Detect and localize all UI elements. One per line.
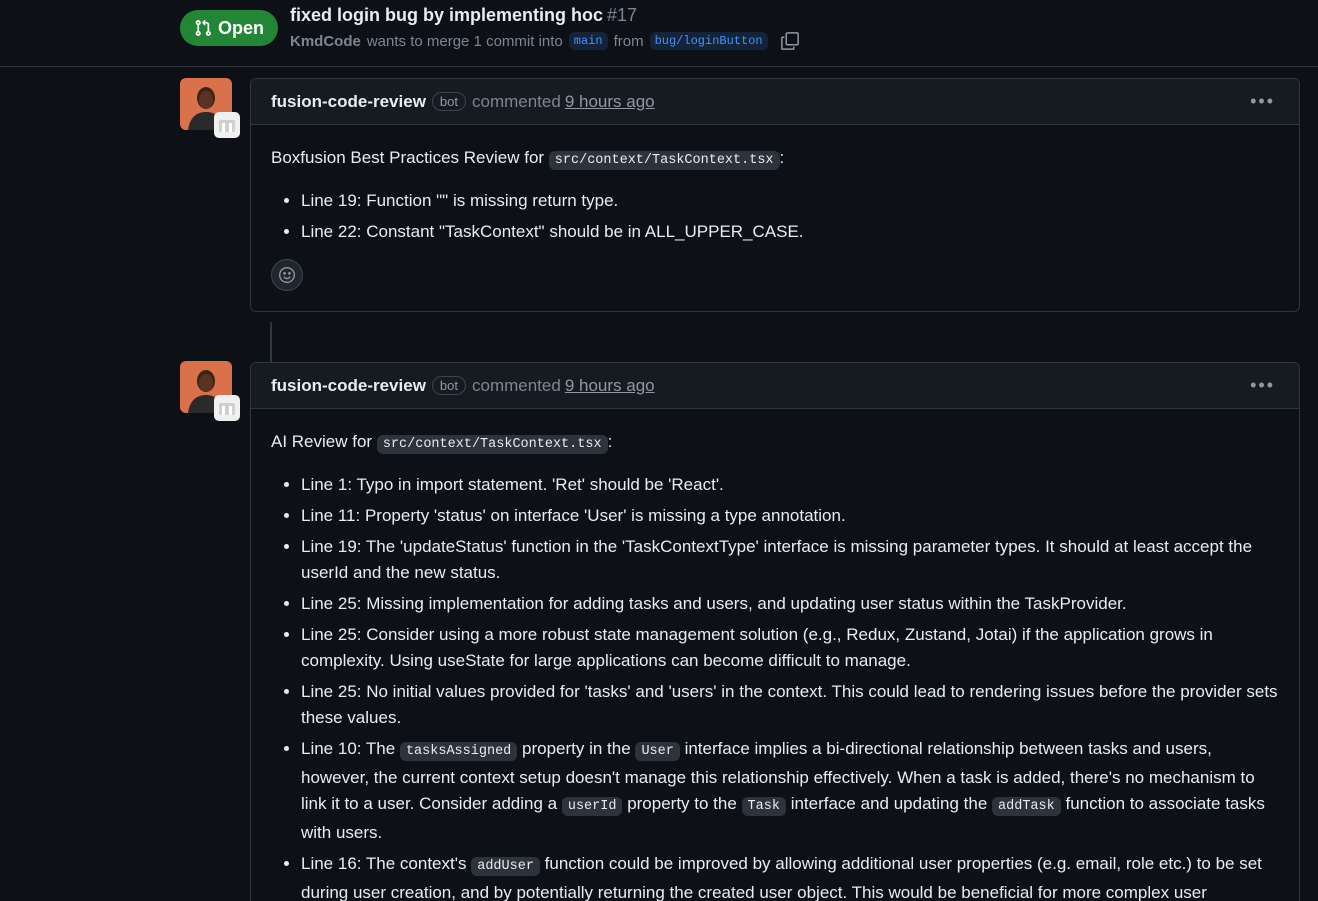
avatar[interactable] (180, 361, 240, 421)
comment-timestamp[interactable]: 9 hours ago (565, 376, 655, 396)
more-options-icon[interactable]: ••• (1250, 375, 1275, 396)
inline-code: addTask (992, 797, 1061, 816)
copy-icon[interactable] (780, 31, 800, 51)
inline-code: addUser (471, 857, 540, 876)
list-item: Line 16: The context's addUser function … (301, 851, 1279, 901)
bot-badge-icon (214, 395, 240, 421)
more-options-icon[interactable]: ••• (1250, 91, 1275, 112)
from-text: from (613, 32, 644, 50)
inline-code: Task (741, 797, 786, 816)
comment-action: commented (472, 375, 561, 395)
inline-code: userId (561, 797, 623, 816)
comment-card: fusion-code-review bot commented 9 hours… (250, 78, 1300, 312)
pr-title: fixed login bug by implementing hoc #17 (290, 5, 637, 26)
list-item: Line 11: Property 'status' on interface … (301, 503, 1279, 529)
file-path: src/context/TaskContext.tsx (548, 151, 780, 170)
inline-code: tasksAssigned (399, 742, 518, 761)
pr-header: Open fixed login bug by implementing hoc… (0, 0, 1318, 67)
list-item: Line 25: Missing implementation for addi… (301, 591, 1279, 617)
pr-number: #17 (607, 5, 638, 25)
inline-code: User (635, 742, 680, 761)
comment-header: fusion-code-review bot commented 9 hours… (251, 79, 1299, 125)
comment-action: commented (472, 91, 561, 111)
head-branch[interactable]: bug/loginButton (649, 32, 768, 50)
list-item: Line 22: Constant "TaskContext" should b… (301, 219, 1279, 245)
pr-title-text: fixed login bug by implementing hoc (290, 5, 604, 25)
list-item: Line 19: Function "" is missing return t… (301, 188, 1279, 214)
comment-author[interactable]: fusion-code-review (271, 376, 426, 396)
comment-body: Boxfusion Best Practices Review for src/… (251, 125, 1299, 291)
list-item: Line 19: The 'updateStatus' function in … (301, 534, 1279, 586)
avatar[interactable] (180, 78, 240, 138)
comment-author[interactable]: fusion-code-review (271, 92, 426, 112)
merge-text: wants to merge 1 commit into (366, 32, 563, 50)
list-item: Line 25: No initial values provided for … (301, 679, 1279, 731)
bot-label: bot (431, 92, 466, 111)
comment-card: fusion-code-review bot commented 9 hours… (250, 362, 1300, 901)
pr-state-badge: Open (180, 10, 278, 46)
file-path: src/context/TaskContext.tsx (376, 435, 608, 454)
bot-badge-icon (214, 112, 240, 138)
pr-state-label: Open (217, 17, 264, 38)
add-reaction-button[interactable] (271, 259, 303, 291)
list-item: Line 10: The tasksAssigned property in t… (301, 736, 1279, 846)
smiley-icon (279, 267, 295, 283)
comment-intro: Boxfusion Best Practices Review for src/… (271, 148, 785, 170)
comment-timestamp[interactable]: 9 hours ago (565, 92, 655, 112)
list-item: Line 1: Typo in import statement. 'Ret' … (301, 472, 1279, 498)
comment-header: fusion-code-review bot commented 9 hours… (251, 363, 1299, 409)
comment-body: AI Review for src/context/TaskContext.ts… (251, 409, 1299, 901)
timeline-connector (270, 322, 272, 362)
comment-intro: AI Review for src/context/TaskContext.ts… (271, 432, 613, 454)
pr-meta: KmdCode wants to merge 1 commit into mai… (290, 31, 800, 51)
list-item: Line 25: Consider using a more robust st… (301, 622, 1279, 674)
review-list: Line 1: Typo in import statement. 'Ret' … (271, 472, 1279, 901)
base-branch[interactable]: main (568, 32, 608, 50)
bot-label: bot (431, 376, 466, 395)
review-list: Line 19: Function "" is missing return t… (271, 188, 1279, 245)
git-pull-request-icon (195, 19, 211, 36)
pr-author-link[interactable]: KmdCode (290, 33, 361, 50)
